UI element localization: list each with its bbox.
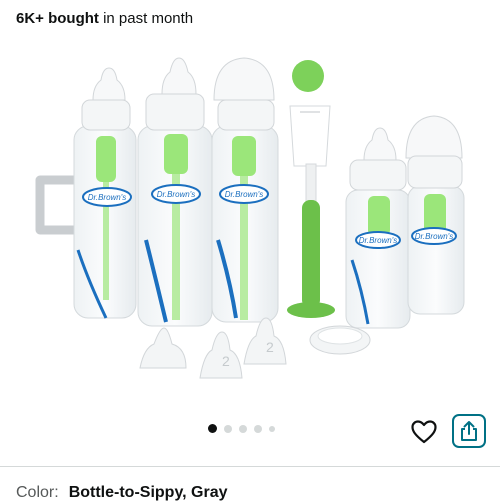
brand-label-3: Dr.Brown's (225, 190, 264, 199)
share-button[interactable] (452, 414, 486, 448)
share-icon (461, 421, 477, 441)
spare-nipples: 2 2 (139, 317, 371, 379)
carousel-dot-2[interactable] (224, 424, 232, 433)
color-label: Color: (16, 484, 59, 501)
nipple-number-2: 2 (266, 339, 274, 355)
heart-icon (411, 420, 437, 444)
image-carousel-dots[interactable] (208, 424, 275, 433)
color-value: Bottle-to-Sippy, Gray (68, 484, 228, 501)
divider (0, 466, 500, 467)
nipple-number-1: 2 (222, 353, 230, 369)
bought-in-past-month: 6K+ bought in past month (16, 8, 193, 30)
bottle-small-1 (345, 127, 411, 329)
bottle-small-2 (405, 115, 465, 315)
color-selection[interactable]: Color: Bottle-to-Sippy, Gray (16, 484, 228, 502)
carousel-dot-5[interactable] (269, 425, 275, 432)
brand-label-2: Dr.Brown's (157, 190, 196, 199)
brand-label-1: Dr.Brown's (88, 193, 127, 202)
carousel-dot-3[interactable] (239, 424, 247, 433)
bottle-brush (287, 60, 335, 318)
carousel-dot-4[interactable] (254, 424, 262, 433)
bought-suffix: in past month (98, 10, 194, 27)
bought-count: 6K+ bought (16, 10, 99, 27)
wishlist-button[interactable] (408, 416, 440, 448)
brand-label-4: Dr.Brown's (359, 236, 398, 245)
carousel-dot-1[interactable] (208, 424, 217, 433)
product-image[interactable]: 2 2 Dr.Brown's Dr.Brown's Dr.Brown's Dr.… (0, 40, 500, 410)
brand-label-5: Dr.Brown's (415, 232, 454, 241)
